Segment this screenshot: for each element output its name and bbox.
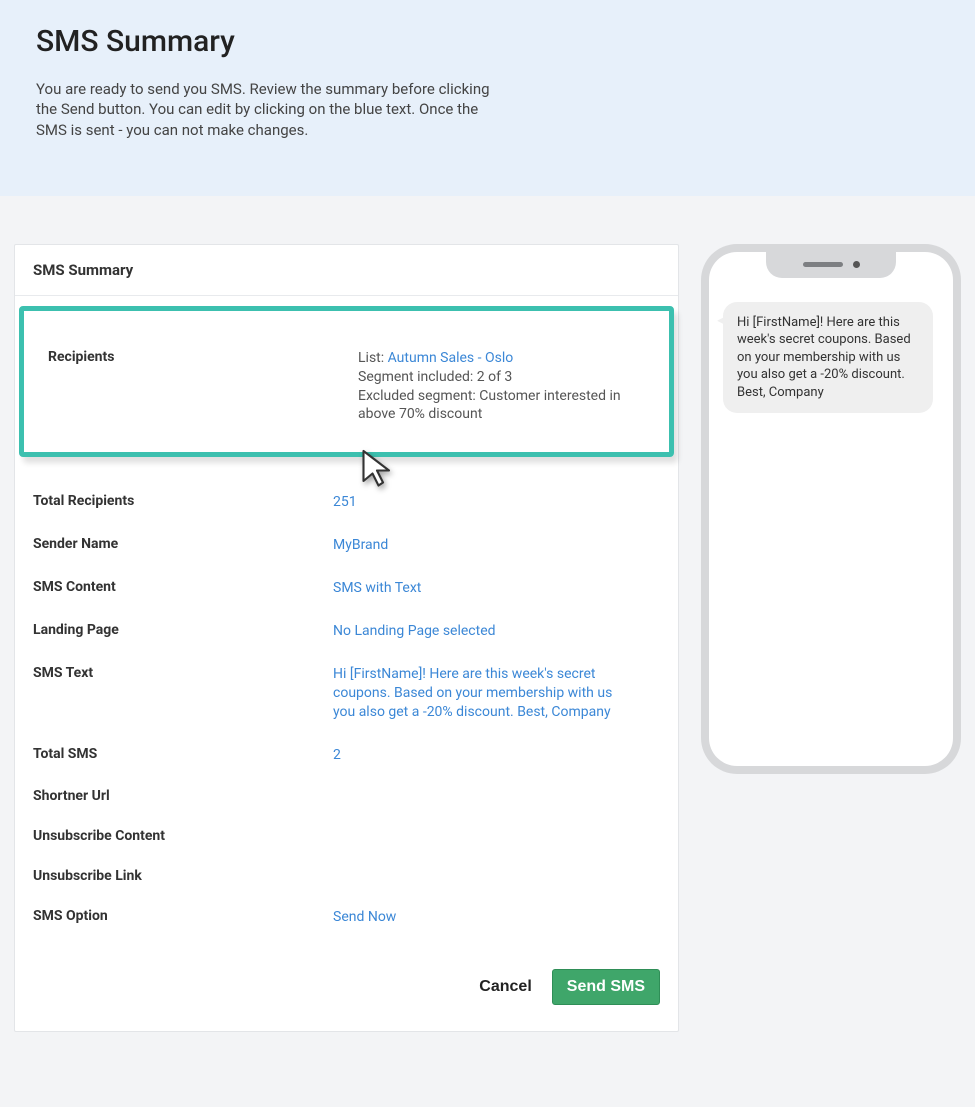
total-sms-label: Total SMS bbox=[33, 746, 333, 762]
cursor-icon bbox=[359, 448, 395, 490]
phone-mockup: Hi [FirstName]! Here are this week's sec… bbox=[701, 244, 961, 774]
sender-name-link[interactable]: MyBrand bbox=[333, 537, 388, 553]
recipients-label: Recipients bbox=[48, 349, 358, 365]
sender-name-label: Sender Name bbox=[33, 536, 333, 552]
content-wrap: SMS Summary Recipients List: Autumn Sale… bbox=[0, 196, 975, 1063]
recipients-highlight-box: Recipients List: Autumn Sales - Oslo Seg… bbox=[19, 306, 674, 458]
rows-wrap: Total Recipients 251 Sender Name MyBrand… bbox=[15, 471, 678, 963]
row-shortner-url: Shortner Url bbox=[15, 776, 678, 816]
phone-camera-icon bbox=[853, 261, 860, 268]
total-sms-link[interactable]: 2 bbox=[333, 747, 341, 763]
sms-text-link[interactable]: Hi [FirstName]! Here are this week's sec… bbox=[333, 666, 612, 720]
recipients-list-link[interactable]: Autumn Sales - Oslo bbox=[388, 350, 514, 366]
total-recipients-label: Total Recipients bbox=[33, 493, 333, 509]
shortner-url-label: Shortner Url bbox=[33, 788, 333, 804]
landing-page-label: Landing Page bbox=[33, 622, 333, 638]
row-landing-page: Landing Page No Landing Page selected bbox=[15, 610, 678, 653]
sms-content-link[interactable]: SMS with Text bbox=[333, 580, 421, 596]
sms-text-label: SMS Text bbox=[33, 665, 333, 681]
row-sms-text: SMS Text Hi [FirstName]! Here are this w… bbox=[15, 653, 678, 734]
unsubscribe-content-label: Unsubscribe Content bbox=[33, 828, 333, 844]
sms-option-label: SMS Option bbox=[33, 908, 333, 924]
row-total-recipients: Total Recipients 251 bbox=[15, 481, 678, 524]
actions-bar: Cancel Send SMS bbox=[15, 963, 678, 1031]
phone-notch bbox=[766, 252, 896, 278]
recipients-segment-included: Segment included: 2 of 3 bbox=[358, 369, 512, 385]
card-header: SMS Summary bbox=[15, 245, 678, 296]
summary-card: SMS Summary Recipients List: Autumn Sale… bbox=[14, 244, 679, 1033]
hero-banner: SMS Summary You are ready to send you SM… bbox=[0, 0, 975, 196]
card-title: SMS Summary bbox=[33, 261, 660, 279]
row-unsubscribe-link: Unsubscribe Link bbox=[15, 856, 678, 896]
cancel-button[interactable]: Cancel bbox=[479, 978, 531, 996]
send-sms-button[interactable]: Send SMS bbox=[552, 969, 660, 1005]
recipients-value: List: Autumn Sales - Oslo Segment includ… bbox=[358, 349, 645, 425]
row-unsubscribe-content: Unsubscribe Content bbox=[15, 816, 678, 856]
row-sms-content: SMS Content SMS with Text bbox=[15, 567, 678, 610]
sms-content-label: SMS Content bbox=[33, 579, 333, 595]
sms-preview-bubble: Hi [FirstName]! Here are this week's sec… bbox=[723, 302, 933, 414]
row-sender-name: Sender Name MyBrand bbox=[15, 524, 678, 567]
row-sms-option: SMS Option Send Now bbox=[15, 896, 678, 939]
phone-speaker-icon bbox=[803, 262, 843, 267]
recipients-list-prefix: List: bbox=[358, 350, 388, 366]
row-total-sms: Total SMS 2 bbox=[15, 734, 678, 777]
page-title: SMS Summary bbox=[36, 24, 939, 59]
row-recipients: Recipients List: Autumn Sales - Oslo Seg… bbox=[48, 349, 645, 425]
phone-screen: Hi [FirstName]! Here are this week's sec… bbox=[709, 252, 953, 766]
landing-page-link[interactable]: No Landing Page selected bbox=[333, 623, 496, 639]
recipients-excluded-segment: Excluded segment: Customer interested in… bbox=[358, 388, 621, 423]
total-recipients-link[interactable]: 251 bbox=[333, 494, 357, 510]
page-description: You are ready to send you SMS. Review th… bbox=[36, 79, 506, 140]
unsubscribe-link-label: Unsubscribe Link bbox=[33, 868, 333, 884]
sms-option-link[interactable]: Send Now bbox=[333, 909, 396, 925]
